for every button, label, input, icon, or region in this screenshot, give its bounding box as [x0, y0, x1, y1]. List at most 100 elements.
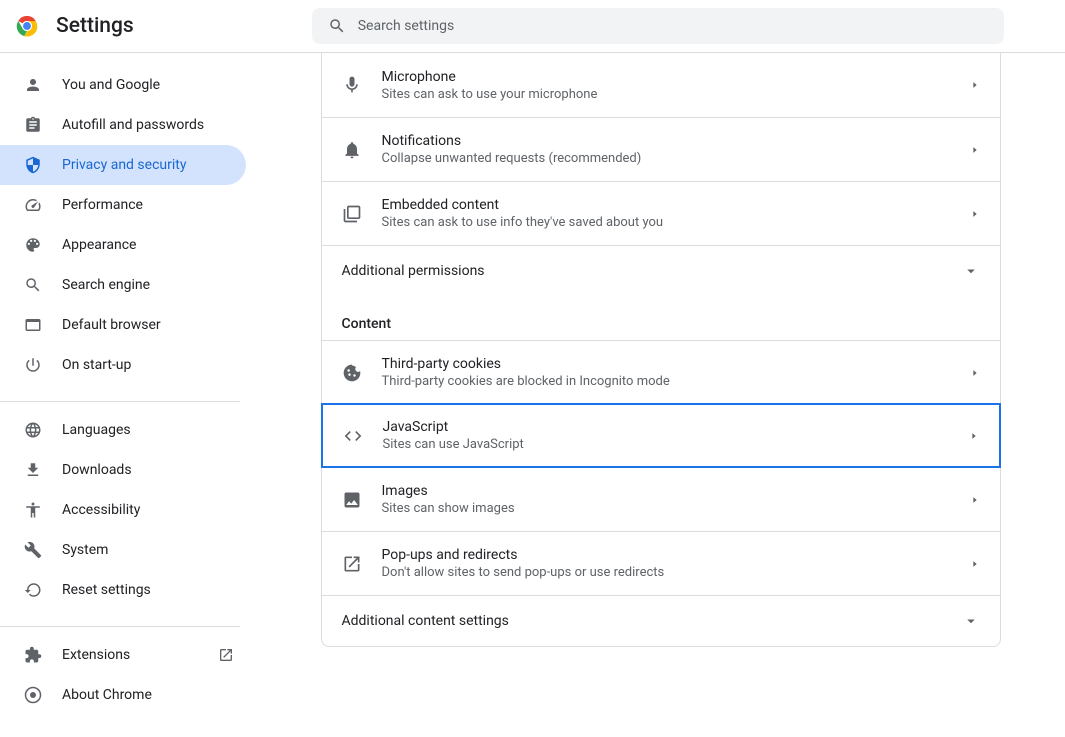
row-text: Images Sites can show images	[382, 483, 950, 516]
chevron-right-icon	[970, 559, 980, 569]
sidebar-item-downloads[interactable]: Downloads	[0, 450, 246, 490]
sidebar-item-label: Performance	[62, 197, 234, 213]
setting-row-javascript[interactable]: JavaScript Sites can use JavaScript	[321, 403, 1001, 468]
sidebar-item-autofill[interactable]: Autofill and passwords	[0, 105, 246, 145]
reset-icon	[24, 581, 42, 599]
person-icon	[24, 76, 42, 94]
sidebar-item-label: Autofill and passwords	[62, 117, 234, 133]
sidebar-item-privacy[interactable]: Privacy and security	[0, 145, 246, 185]
shield-icon	[24, 156, 42, 174]
row-subtitle: Sites can ask to use your microphone	[382, 87, 950, 102]
clipboard-icon	[24, 116, 42, 134]
row-title: Additional content settings	[342, 613, 509, 629]
sidebar-item-label: Appearance	[62, 237, 234, 253]
globe-icon	[24, 421, 42, 439]
sidebar-item-label: Downloads	[62, 462, 234, 478]
extension-icon	[24, 646, 42, 664]
power-icon	[24, 356, 42, 374]
sidebar-item-you-and-google[interactable]: You and Google	[0, 65, 246, 105]
chevron-down-icon	[962, 612, 980, 630]
sidebar-item-label: You and Google	[62, 77, 234, 93]
row-title: Additional permissions	[342, 263, 485, 279]
image-icon	[342, 490, 362, 510]
sidebar-divider	[0, 401, 240, 402]
row-subtitle: Collapse unwanted requests (recommended)	[382, 151, 950, 166]
row-subtitle: Don't allow sites to send pop-ups or use…	[382, 565, 950, 580]
setting-row-images[interactable]: Images Sites can show images	[322, 467, 1000, 531]
sidebar-item-label: Privacy and security	[62, 157, 234, 173]
microphone-icon	[342, 75, 362, 95]
chevron-right-icon	[970, 80, 980, 90]
expand-additional-permissions[interactable]: Additional permissions	[322, 245, 1000, 296]
sidebar-item-languages[interactable]: Languages	[0, 410, 246, 450]
row-title: Pop-ups and redirects	[382, 547, 950, 563]
row-text: JavaScript Sites can use JavaScript	[383, 419, 949, 452]
sidebar-item-label: Languages	[62, 422, 234, 438]
row-title: Notifications	[382, 133, 950, 149]
popup-icon	[342, 554, 362, 574]
search-input[interactable]	[358, 18, 988, 34]
body-container: You and Google Autofill and passwords Pr…	[0, 53, 1065, 737]
row-subtitle: Sites can ask to use info they've saved …	[382, 215, 950, 230]
chevron-right-icon	[970, 495, 980, 505]
browser-icon	[24, 316, 42, 334]
expand-additional-content[interactable]: Additional content settings	[322, 595, 1000, 646]
speedometer-icon	[24, 196, 42, 214]
row-text: Notifications Collapse unwanted requests…	[382, 133, 950, 166]
sidebar-item-label: Accessibility	[62, 502, 234, 518]
sidebar-item-search-engine[interactable]: Search engine	[0, 265, 246, 305]
chevron-right-icon	[970, 145, 980, 155]
search-icon	[24, 276, 42, 294]
bell-icon	[342, 140, 362, 160]
sidebar-item-extensions[interactable]: Extensions	[0, 635, 246, 675]
external-link-icon	[218, 647, 234, 663]
main-content: Microphone Sites can ask to use your mic…	[256, 53, 1065, 737]
sidebar-item-reset[interactable]: Reset settings	[0, 570, 246, 610]
sidebar-item-appearance[interactable]: Appearance	[0, 225, 246, 265]
chevron-right-icon	[969, 431, 979, 441]
page-title: Settings	[56, 14, 134, 38]
row-title: Embedded content	[382, 197, 950, 213]
sidebar-item-label: About Chrome	[62, 687, 234, 703]
search-container[interactable]	[312, 8, 1004, 44]
settings-card: Microphone Sites can ask to use your mic…	[321, 53, 1001, 647]
header: Settings	[0, 0, 1065, 53]
sidebar-item-label: System	[62, 542, 234, 558]
row-subtitle: Sites can use JavaScript	[383, 437, 949, 452]
setting-row-microphone[interactable]: Microphone Sites can ask to use your mic…	[322, 53, 1000, 117]
sidebar-item-label: Default browser	[62, 317, 234, 333]
row-text: Third-party cookies Third-party cookies …	[382, 356, 950, 389]
wrench-icon	[24, 541, 42, 559]
palette-icon	[24, 236, 42, 254]
embedded-icon	[342, 204, 362, 224]
sidebar-item-label: Search engine	[62, 277, 234, 293]
row-title: Third-party cookies	[382, 356, 950, 372]
download-icon	[24, 461, 42, 479]
row-title: JavaScript	[383, 419, 949, 435]
sidebar-item-performance[interactable]: Performance	[0, 185, 246, 225]
section-header-content: Content	[322, 296, 1000, 340]
row-text: Pop-ups and redirects Don't allow sites …	[382, 547, 950, 580]
setting-row-cookies[interactable]: Third-party cookies Third-party cookies …	[322, 340, 1000, 404]
sidebar-item-startup[interactable]: On start-up	[0, 345, 246, 385]
setting-row-embedded[interactable]: Embedded content Sites can ask to use in…	[322, 181, 1000, 245]
setting-row-popups[interactable]: Pop-ups and redirects Don't allow sites …	[322, 531, 1000, 595]
chevron-down-icon	[962, 262, 980, 280]
sidebar-item-default-browser[interactable]: Default browser	[0, 305, 246, 345]
sidebar-item-system[interactable]: System	[0, 530, 246, 570]
row-text: Embedded content Sites can ask to use in…	[382, 197, 950, 230]
search-icon	[328, 17, 346, 35]
row-subtitle: Sites can show images	[382, 501, 950, 516]
setting-row-notifications[interactable]: Notifications Collapse unwanted requests…	[322, 117, 1000, 181]
sidebar-item-label: Reset settings	[62, 582, 234, 598]
chevron-right-icon	[970, 368, 980, 378]
accessibility-icon	[24, 501, 42, 519]
row-title: Microphone	[382, 69, 950, 85]
cookie-icon	[342, 363, 362, 383]
sidebar-item-accessibility[interactable]: Accessibility	[0, 490, 246, 530]
row-title: Images	[382, 483, 950, 499]
code-icon	[343, 426, 363, 446]
sidebar-item-about[interactable]: About Chrome	[0, 675, 246, 715]
row-text: Microphone Sites can ask to use your mic…	[382, 69, 950, 102]
sidebar-item-label: Extensions	[62, 647, 198, 663]
